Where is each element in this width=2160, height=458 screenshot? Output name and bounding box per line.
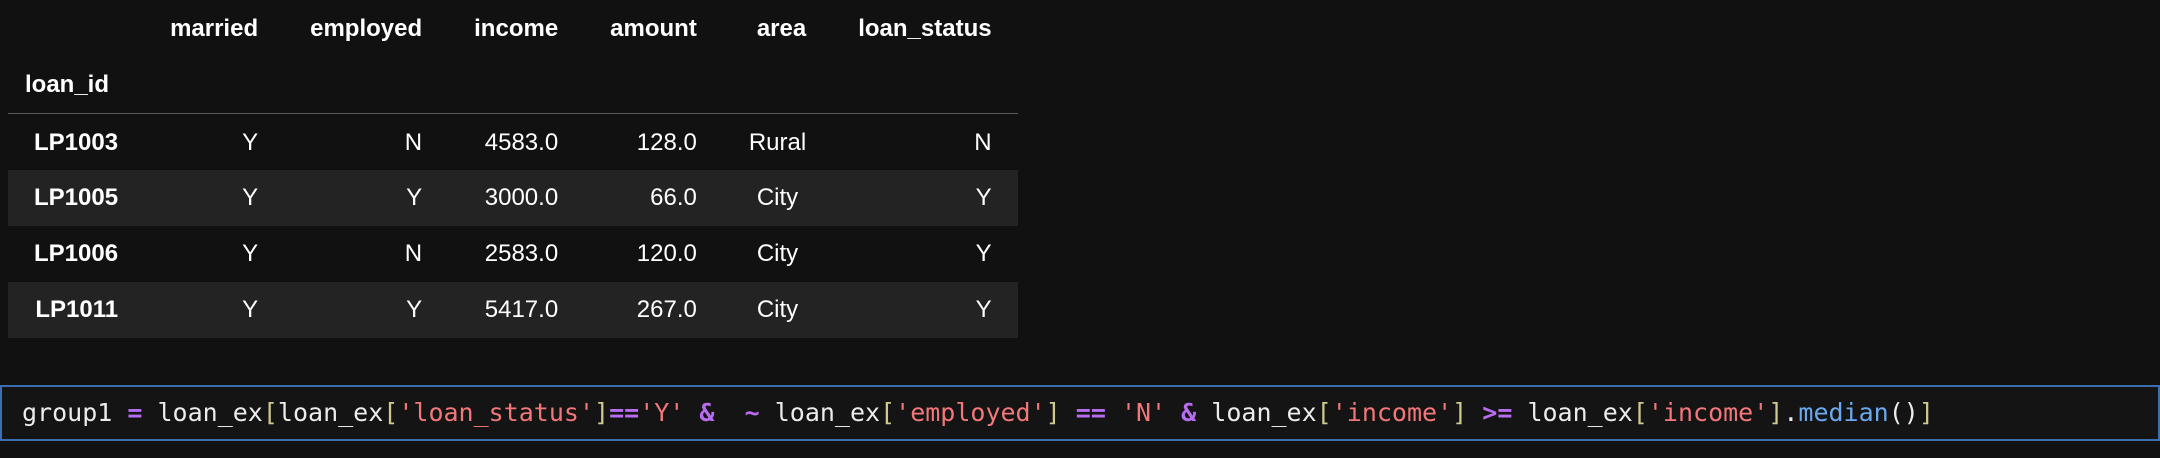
code-token: == bbox=[1075, 398, 1106, 427]
cell-income: 2583.0 bbox=[484, 239, 559, 267]
row-index-label: LP1003 bbox=[34, 128, 119, 156]
column-header-income: income bbox=[474, 14, 559, 42]
cell-output: married employed income amount area loan… bbox=[0, 0, 2160, 370]
column-header-amount: amount bbox=[610, 14, 697, 42]
code-token: == bbox=[609, 398, 640, 427]
code-token: ] bbox=[1452, 398, 1468, 427]
code-token: ] bbox=[1918, 398, 1934, 427]
code-token: [ bbox=[1632, 398, 1648, 427]
row-index-label: LP1011 bbox=[35, 295, 119, 323]
cell-amount: 120.0 bbox=[636, 239, 697, 267]
cell-married: Y bbox=[242, 128, 259, 156]
cell-loan-status: Y bbox=[975, 239, 992, 267]
cell-amount: 66.0 bbox=[650, 183, 697, 211]
table-row: LP1006 Y N 2583.0 120.0 City Y bbox=[8, 226, 1018, 282]
cell-employed: Y bbox=[406, 183, 423, 211]
table-row: LP1011 Y Y 5417.0 267.0 City Y bbox=[8, 281, 1018, 338]
column-header-married: married bbox=[170, 14, 259, 42]
cell-married: Y bbox=[242, 239, 259, 267]
cell-income: 3000.0 bbox=[484, 183, 559, 211]
code-token: group1 bbox=[22, 398, 113, 427]
code-token: & bbox=[699, 398, 715, 427]
cell-employed: N bbox=[404, 128, 423, 156]
cell-income: 5417.0 bbox=[484, 295, 559, 323]
code-token: loan_ex bbox=[774, 398, 881, 427]
table-row: LP1005 Y Y 3000.0 66.0 City Y bbox=[8, 169, 1018, 226]
code-token: ~ bbox=[744, 398, 760, 427]
column-header-loan-status: loan_status bbox=[858, 14, 992, 42]
code-token: 'N' bbox=[1120, 398, 1167, 427]
row-index-label: LP1006 bbox=[34, 239, 119, 267]
code-token: () bbox=[1888, 398, 1919, 427]
code-token: median bbox=[1798, 398, 1889, 427]
cell-area: City bbox=[756, 183, 799, 211]
code-token: = bbox=[127, 398, 143, 427]
code-token: 'Y' bbox=[639, 398, 685, 427]
cell-amount: 128.0 bbox=[636, 128, 697, 156]
code-token: loan_ex bbox=[157, 398, 263, 427]
code-token: ] bbox=[1768, 398, 1784, 427]
cell-loan-status: N bbox=[974, 128, 992, 156]
code-token: >= bbox=[1482, 398, 1513, 427]
cell-area: City bbox=[756, 239, 799, 267]
code-token: 'income' bbox=[1331, 398, 1453, 427]
code-token: 'income' bbox=[1647, 398, 1769, 427]
table-body: LP1003 Y N 4583.0 128.0 Rural N LP1005 Y Y 3000.0 6… bbox=[8, 114, 1018, 338]
cell-area: City bbox=[756, 295, 799, 323]
row-index-label: LP1005 bbox=[34, 183, 119, 211]
column-header-row: married employed income amount area loan… bbox=[8, 0, 1018, 57]
code-token: ] bbox=[594, 398, 610, 427]
code-token: [ bbox=[880, 398, 896, 427]
index-name: loan_id bbox=[25, 71, 110, 98]
code-token: ] bbox=[1045, 398, 1061, 427]
dataframe-table: married employed income amount area loan… bbox=[8, 0, 1018, 338]
cell-loan-status: Y bbox=[975, 295, 992, 323]
code-token: [ bbox=[1316, 398, 1332, 427]
code-token: & bbox=[1181, 398, 1197, 427]
cell-married: Y bbox=[242, 183, 259, 211]
cell-income: 4583.0 bbox=[484, 128, 559, 156]
code-token: loan_ex bbox=[1211, 398, 1317, 427]
column-header-employed: employed bbox=[310, 14, 423, 42]
code-token: [ bbox=[383, 398, 399, 427]
index-name-row: loan_id bbox=[8, 57, 1018, 114]
column-header-area: area bbox=[756, 14, 807, 42]
code-token: 'employed' bbox=[895, 398, 1046, 427]
cell-married: Y bbox=[242, 295, 259, 323]
code-token: 'loan_status' bbox=[398, 398, 595, 427]
table-row: LP1003 Y N 4583.0 128.0 Rural N bbox=[8, 114, 1018, 170]
cell-amount: 267.0 bbox=[636, 295, 697, 323]
code-cell-editor[interactable]: group1 = loan_ex[loan_ex['loan_status']=… bbox=[0, 385, 2160, 441]
cell-loan-status: Y bbox=[975, 183, 992, 211]
code-token: loan_ex bbox=[277, 398, 384, 427]
cell-employed: N bbox=[404, 239, 423, 267]
code-token: loan_ex bbox=[1527, 398, 1633, 427]
code-token: [ bbox=[262, 398, 278, 427]
cell-area: Rural bbox=[748, 128, 807, 156]
header-blank bbox=[8, 0, 144, 57]
cell-employed: Y bbox=[406, 295, 423, 323]
code-token: . bbox=[1783, 398, 1799, 427]
